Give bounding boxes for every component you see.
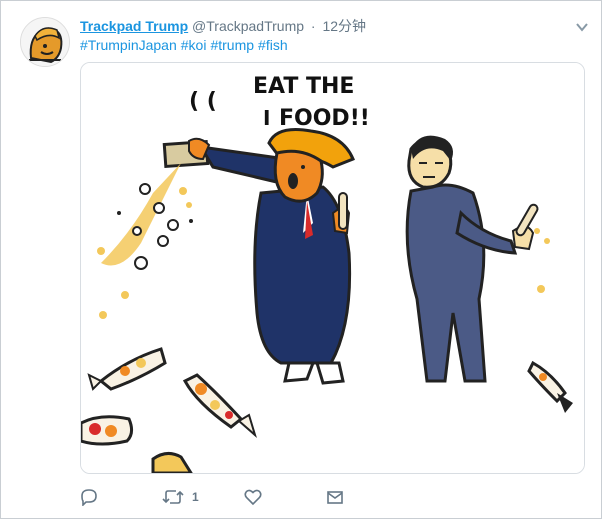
caption-line2: FOOD!! bbox=[279, 106, 370, 131]
avatar-image bbox=[21, 18, 69, 66]
quote-marks: ( ( bbox=[189, 89, 217, 114]
koi-fish bbox=[81, 415, 134, 446]
tweet-header: Trackpad Trump @TrackpadTrump · 12分钟 bbox=[80, 17, 366, 35]
tweet-timestamp[interactable]: 12分钟 bbox=[322, 18, 366, 34]
tweet-action-bar: 1 bbox=[80, 484, 480, 510]
user-handle[interactable]: @TrackpadTrump bbox=[192, 18, 304, 34]
reply-icon bbox=[81, 489, 97, 506]
hashtag-link[interactable]: #TrumpinJapan bbox=[80, 37, 177, 53]
retweet-count: 1 bbox=[192, 490, 199, 504]
avatar[interactable] bbox=[20, 17, 70, 67]
hashtag-link[interactable]: #koi bbox=[181, 37, 207, 53]
speech-prefix: I bbox=[263, 106, 270, 130]
separator-dot: · bbox=[310, 18, 316, 34]
direct-message-button[interactable] bbox=[326, 484, 344, 510]
hashtag-link[interactable]: #trump bbox=[210, 37, 254, 53]
retweet-icon bbox=[162, 490, 184, 504]
tweet-media-image[interactable]: EAT THE ( ( I FOOD!! bbox=[80, 62, 585, 474]
cartoon-illustration: EAT THE ( ( I FOOD!! bbox=[81, 63, 584, 473]
envelope-icon bbox=[327, 491, 343, 504]
hashtag-link[interactable]: #fish bbox=[258, 37, 288, 53]
retweet-button[interactable]: 1 bbox=[162, 484, 199, 510]
reply-button[interactable] bbox=[80, 484, 98, 510]
heart-icon bbox=[244, 489, 262, 506]
like-button[interactable] bbox=[244, 484, 262, 510]
caption-line1: EAT THE bbox=[253, 74, 354, 99]
more-options-chevron-icon[interactable] bbox=[575, 20, 589, 34]
tweet-text: #TrumpinJapan #koi #trump #fish bbox=[80, 36, 292, 54]
display-name[interactable]: Trackpad Trump bbox=[80, 18, 188, 34]
